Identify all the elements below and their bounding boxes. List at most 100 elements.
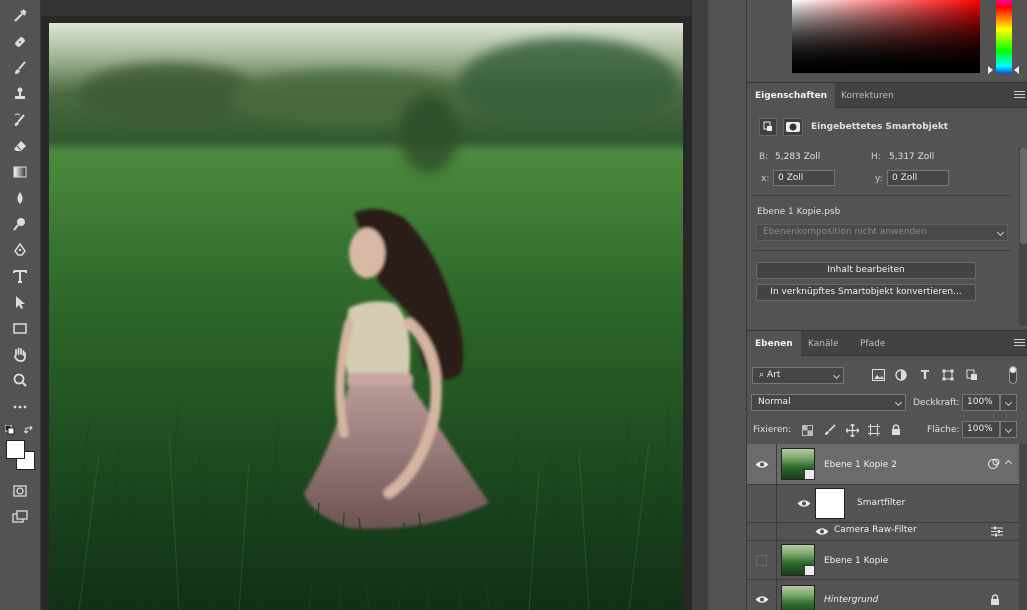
fill-field[interactable]: 100% — [962, 421, 1000, 438]
lock-all-icon[interactable] — [889, 423, 903, 437]
eraser-icon[interactable] — [9, 136, 31, 156]
document-canvas-area[interactable] — [41, 0, 691, 610]
filter-pixel-layers-icon[interactable] — [871, 368, 885, 382]
blend-mode-value: Normal — [758, 397, 791, 407]
filter-adjustment-layers-icon[interactable] — [894, 368, 908, 382]
layers-scrollbar[interactable] — [1019, 444, 1027, 610]
filter-blending-options-icon[interactable] — [991, 526, 1003, 537]
filter-toggle[interactable] — [1009, 366, 1017, 384]
fill-dropdown[interactable] — [1000, 421, 1017, 438]
hue-slider[interactable] — [996, 0, 1012, 73]
eye-icon[interactable] — [755, 460, 769, 469]
width-value[interactable]: 5,283 Zoll — [775, 152, 820, 162]
lock-image-pixels-icon[interactable] — [823, 423, 837, 437]
layer-thumbnail — [781, 585, 815, 610]
tab-kanaele[interactable]: Kanäle — [800, 331, 847, 357]
layer-comp-select[interactable]: Ebenenkomposition nicht anwenden — [756, 224, 1008, 241]
hand-icon[interactable] — [9, 344, 31, 364]
height-value[interactable]: 5,317 Zoll — [889, 152, 934, 162]
filter-row[interactable]: Camera Raw-Filter — [747, 523, 1019, 541]
tools-panel — [0, 0, 41, 610]
hue-marker-left-icon — [988, 66, 993, 74]
quick-mask-icon[interactable] — [9, 481, 31, 501]
more-tools-icon[interactable] — [9, 397, 31, 417]
canvas-top-strip — [41, 0, 691, 16]
color-picker-panel — [747, 0, 1027, 80]
x-label: x: — [761, 174, 770, 184]
brush-icon[interactable] — [9, 58, 31, 78]
scroll-thumb[interactable] — [1020, 148, 1027, 244]
convert-to-linked-button[interactable]: In verknüpftes Smartobjekt konvertieren.… — [756, 284, 976, 301]
layer-name[interactable]: Ebene 1 Kopie 2 — [824, 460, 897, 470]
search-icon: ⌕ — [759, 370, 765, 380]
tab-eigenschaften[interactable]: Eigenschaften — [747, 83, 836, 109]
blend-mode-select[interactable]: Normal — [751, 394, 906, 411]
history-brush-icon[interactable] — [9, 110, 31, 130]
hidden-visibility-box[interactable] — [756, 555, 767, 566]
blur-icon[interactable] — [9, 188, 31, 208]
filter-type-layers-icon[interactable]: T — [918, 368, 932, 382]
type-icon[interactable] — [9, 266, 31, 286]
opacity-dropdown[interactable] — [1000, 394, 1017, 411]
zoom-icon[interactable] — [9, 370, 31, 390]
tab-ebenen[interactable]: Ebenen — [747, 331, 801, 357]
filter-name[interactable]: Camera Raw-Filter — [834, 525, 917, 535]
eye-icon[interactable] — [815, 527, 829, 536]
color-field-shade — [792, 0, 980, 73]
y-field[interactable]: 0 Zoll — [887, 170, 949, 186]
eye-icon[interactable] — [755, 595, 769, 604]
eyedropper-icon[interactable] — [9, 6, 31, 26]
x-field[interactable]: 0 Zoll — [773, 170, 835, 186]
screen-mode-icon[interactable] — [9, 507, 31, 527]
right-panel-dock: Eigenschaften Korrekturen Eingebettetes … — [746, 0, 1027, 610]
layer-thumbnail — [781, 448, 815, 480]
tab-korrekturen[interactable]: Korrekturen — [833, 83, 902, 109]
healing-brush-icon[interactable] — [9, 32, 31, 52]
document-image[interactable] — [49, 23, 683, 610]
rectangle-icon[interactable] — [9, 318, 31, 338]
dodge-icon[interactable] — [9, 214, 31, 234]
clone-stamp-icon[interactable] — [9, 84, 31, 104]
collapse-chevron-icon[interactable] — [1004, 459, 1013, 468]
panel-menu-icon[interactable] — [1014, 91, 1025, 100]
lock-position-icon[interactable] — [845, 423, 859, 437]
smart-object-icon — [759, 118, 777, 136]
smart-filter-mask-thumbnail[interactable] — [815, 488, 845, 519]
smart-filter-row[interactable]: Smartfilter — [747, 485, 1019, 523]
filter-smart-objects-icon[interactable] — [965, 368, 979, 382]
source-file-name: Ebene 1 Kopie.psb — [757, 207, 841, 217]
path-selection-icon[interactable] — [9, 292, 31, 312]
eye-icon[interactable] — [797, 499, 811, 508]
properties-scrollbar[interactable] — [1019, 148, 1027, 326]
divider — [753, 195, 1011, 196]
smart-object-badge-icon — [804, 565, 815, 576]
filter-toggle-knob — [1010, 367, 1016, 373]
lock-icon — [990, 594, 1000, 606]
tab-pfade[interactable]: Pfade — [852, 331, 893, 357]
visibility-cell[interactable] — [747, 444, 777, 484]
layer-row[interactable]: Hintergrund — [747, 580, 1019, 610]
smart-filter-name[interactable]: Smartfilter — [857, 498, 905, 508]
filter-shape-layers-icon[interactable] — [941, 368, 955, 382]
gradient-icon[interactable] — [9, 162, 31, 182]
color-swatches[interactable] — [6, 440, 36, 472]
mask-icon[interactable] — [783, 118, 803, 136]
layer-filter-kind[interactable]: ⌕ Art — [752, 367, 844, 384]
lock-transparent-pixels-icon[interactable] — [800, 423, 814, 437]
smart-filter-toggle-icon[interactable] — [987, 458, 1001, 470]
layer-name[interactable]: Ebene 1 Kopie — [824, 556, 888, 566]
lock-artboard-icon[interactable] — [867, 423, 881, 437]
layer-row[interactable]: Ebene 1 Kopie — [747, 541, 1019, 580]
visibility-cell[interactable] — [747, 541, 777, 579]
edit-contents-button[interactable]: Inhalt bearbeiten — [756, 262, 976, 279]
default-colors-icon[interactable] — [5, 425, 15, 435]
canvas-scrollbar[interactable] — [691, 0, 707, 610]
opacity-field[interactable]: 100% — [962, 394, 1000, 411]
pen-icon[interactable] — [9, 240, 31, 260]
visibility-cell[interactable] — [747, 580, 777, 610]
layer-row[interactable]: Ebene 1 Kopie 2 — [747, 444, 1019, 485]
panel-menu-icon[interactable] — [1014, 339, 1025, 348]
foreground-color[interactable] — [6, 440, 25, 459]
layer-name[interactable]: Hintergrund — [824, 595, 878, 605]
swap-colors-icon[interactable] — [24, 425, 34, 435]
